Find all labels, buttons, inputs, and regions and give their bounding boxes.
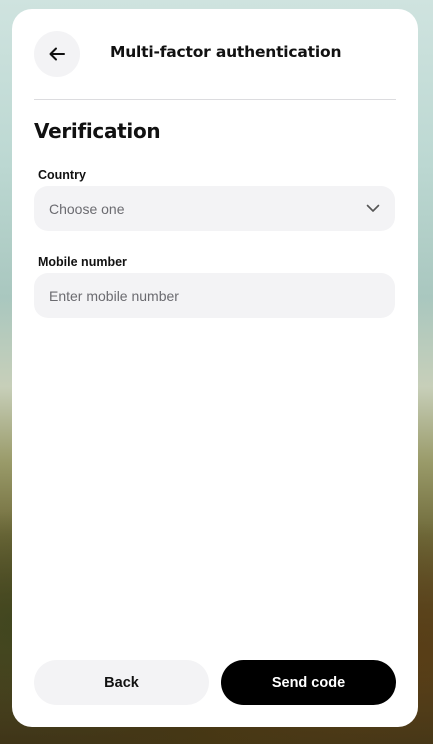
mobile-number-placeholder: Enter mobile number	[49, 287, 179, 304]
arrow-left-icon	[49, 47, 65, 61]
send-code-button[interactable]: Send code	[221, 660, 396, 705]
header-divider	[34, 99, 396, 100]
mfa-dialog: Multi-factor authentication Verification…	[12, 9, 418, 727]
mobile-number-label: Mobile number	[38, 255, 127, 269]
mobile-number-input[interactable]: Enter mobile number	[34, 273, 395, 318]
chevron-down-icon	[366, 204, 380, 212]
back-button[interactable]: Back	[34, 660, 209, 705]
back-arrow-button[interactable]	[34, 31, 80, 77]
country-select[interactable]: Choose one	[34, 186, 395, 231]
country-select-value: Choose one	[49, 200, 125, 217]
country-label: Country	[38, 168, 86, 182]
dialog-header: Multi-factor authentication	[34, 31, 396, 77]
dialog-title: Multi-factor authentication	[110, 43, 342, 61]
section-title: Verification	[34, 119, 161, 143]
